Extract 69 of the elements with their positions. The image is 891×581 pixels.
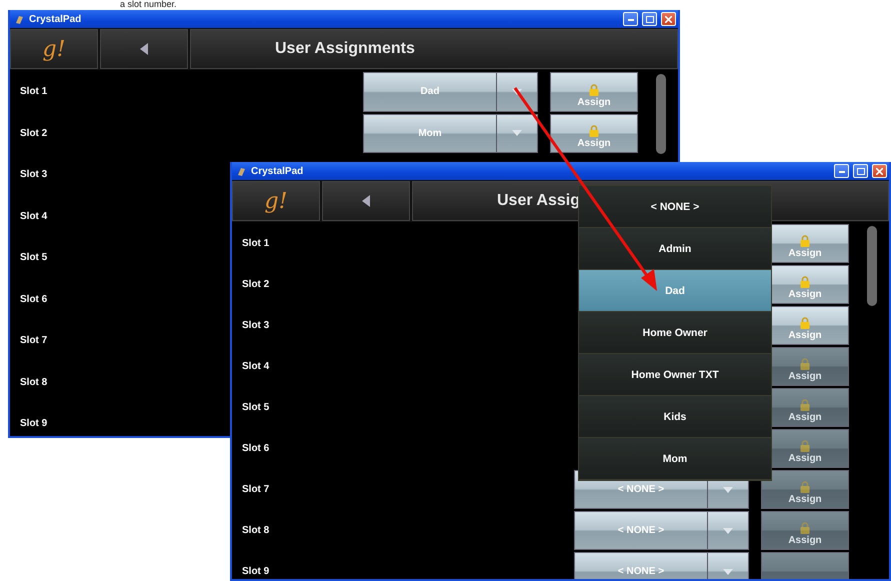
caret-icon	[723, 568, 733, 574]
dropdown-option[interactable]: Admin	[579, 228, 771, 270]
caret-icon	[512, 88, 522, 95]
page-heading: User Assig	[497, 192, 580, 210]
dropdown-option[interactable]: Home Owner	[579, 312, 771, 354]
slot-label: Slot 2	[20, 128, 48, 139]
padlock-icon	[800, 358, 810, 370]
logo-tile[interactable]: g!	[232, 181, 320, 221]
dropdown-option[interactable]: < NONE >	[579, 186, 771, 228]
close-button[interactable]	[661, 12, 676, 26]
minimize-icon	[628, 18, 634, 20]
slot-label: Slot 6	[242, 443, 270, 454]
padlock-icon	[800, 235, 810, 247]
close-button[interactable]	[872, 164, 887, 178]
padlock-icon	[800, 440, 810, 452]
logo-tile[interactable]: g!	[10, 29, 98, 69]
slot-label: Slot 3	[242, 320, 270, 331]
scrollbar-thumb[interactable]	[867, 226, 877, 306]
assign-button[interactable]: Assign	[550, 72, 638, 112]
dropdown-option[interactable]: Home Owner TXT	[579, 354, 771, 396]
app-icon	[14, 14, 25, 24]
padlock-icon	[800, 522, 810, 534]
slot-label: Slot 8	[20, 376, 48, 388]
slot-label: Slot 4	[20, 210, 48, 222]
window-title: CrystalPad	[29, 14, 82, 24]
dropdown-option[interactable]: Mom	[579, 438, 771, 480]
slot-label: Slot 2	[242, 279, 270, 290]
back-icon	[140, 43, 148, 55]
close-icon	[876, 168, 883, 174]
app-logo: g!	[264, 188, 288, 214]
close-icon	[665, 16, 672, 22]
maximize-button[interactable]	[642, 12, 657, 26]
dropdown-option[interactable]: Kids	[579, 396, 771, 438]
minimize-button[interactable]	[834, 164, 849, 178]
maximize-button[interactable]	[853, 164, 868, 178]
assign-button[interactable]: Assign	[550, 114, 638, 153]
app-logo: g!	[42, 36, 66, 62]
slot-label: Slot 5	[20, 252, 48, 264]
slot-label: Slot 6	[20, 294, 48, 305]
padlock-icon	[589, 84, 599, 96]
page-heading: User Assignments	[275, 40, 415, 58]
scrollbar-thumb[interactable]	[656, 74, 666, 154]
slot-label: Slot 5	[242, 402, 270, 413]
slot-label: Slot 3	[20, 169, 48, 180]
slot-label: Slot 7	[242, 484, 270, 495]
caret-icon	[512, 130, 522, 136]
slot-label: Slot 9	[242, 566, 270, 577]
padlock-icon	[589, 125, 599, 137]
padlock-icon	[800, 276, 810, 288]
dropdown-option[interactable]: Dad	[579, 270, 771, 312]
caption-text: a slot number.	[120, 0, 177, 9]
slot-label: Slot 7	[20, 335, 48, 346]
padlock-icon	[800, 317, 810, 329]
caret-icon	[723, 486, 733, 492]
slot-label: Slot 1	[20, 86, 48, 98]
slot-label: Slot 4	[242, 361, 270, 372]
window-title: CrystalPad	[251, 166, 304, 176]
padlock-icon	[800, 481, 810, 493]
minimize-button[interactable]	[623, 12, 638, 26]
caret-icon	[723, 528, 733, 534]
app-icon	[236, 166, 247, 176]
minimize-icon	[838, 170, 844, 172]
slot-label: Slot 1	[242, 238, 270, 249]
padlock-icon	[800, 399, 810, 411]
slot-label: Slot 9	[20, 418, 48, 430]
back-icon	[362, 195, 370, 207]
maximize-icon	[856, 168, 864, 174]
maximize-icon	[646, 16, 654, 22]
slot-label: Slot 8	[242, 525, 270, 536]
